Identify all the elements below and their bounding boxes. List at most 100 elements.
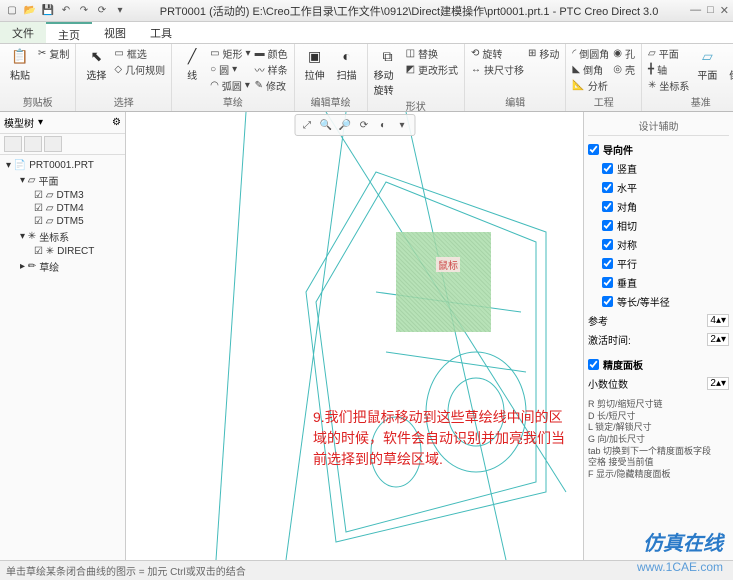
model-tree-panel: 模型树 ▾ ⚙ ▾ 📄 PRT0001.PRT ▾ ▱ 平面 ☑ ▱ DTM3 … bbox=[0, 112, 126, 560]
redo-icon[interactable]: ↷ bbox=[76, 3, 92, 19]
replace-button[interactable]: ◫ 替换 bbox=[406, 46, 458, 61]
ribbon: 📋粘贴 ✂ 复制 剪贴板 ⬉选择 ▭ 框选 ◇ 几何规则 选择 ╱线 ▭ 矩形 … bbox=[0, 44, 733, 112]
modify-button[interactable]: ✎ 修改 bbox=[255, 78, 288, 93]
status-text: 单击草绘某条闭合曲线的图示 = 加元 Ctrl或双击的结合 bbox=[6, 563, 246, 578]
tree-direct[interactable]: ☑ ✳ DIRECT bbox=[2, 245, 123, 258]
dim-move-item[interactable]: ↔ 挟尺寸移 bbox=[471, 62, 524, 77]
ref-spinner[interactable]: 4 ▴▾ bbox=[707, 314, 729, 327]
color-button[interactable]: ▬ 颜色 bbox=[255, 46, 288, 61]
paste-button[interactable]: 📋粘贴 bbox=[6, 46, 34, 82]
regen-icon[interactable]: ⟳ bbox=[94, 3, 110, 19]
tree-dtm5[interactable]: ☑ ▱ DTM5 bbox=[2, 215, 123, 228]
tab-tools[interactable]: 工具 bbox=[138, 22, 184, 43]
analyze-item[interactable]: 📐 分析 bbox=[572, 78, 609, 93]
shade-icon[interactable]: ◐ bbox=[375, 117, 391, 133]
tree-dtm3[interactable]: ☑ ▱ DTM3 bbox=[2, 189, 123, 202]
maximize-icon[interactable]: □ bbox=[707, 4, 714, 17]
guide-toggle[interactable]: 导向件 bbox=[588, 140, 729, 159]
zoomout-icon[interactable]: 🔎 bbox=[337, 117, 353, 133]
hole-item[interactable]: ◉ 孔 bbox=[613, 46, 635, 61]
status-bar: 单击草绘某条闭合曲线的图示 = 加元 Ctrl或双击的结合 bbox=[0, 560, 733, 580]
views-icon[interactable]: ▾ bbox=[394, 117, 410, 133]
horizontal-check[interactable]: 水平 bbox=[588, 178, 729, 197]
axis-item[interactable]: ╋ 轴 bbox=[648, 62, 689, 77]
tree-csys-group[interactable]: ▾ ✳ 坐标系 bbox=[2, 228, 123, 245]
tab-view[interactable]: 视图 bbox=[92, 22, 138, 43]
tab-file[interactable]: 文件 bbox=[0, 22, 46, 43]
rotate-item[interactable]: ⟲ 旋转 bbox=[471, 46, 524, 61]
round-item[interactable]: ◜ 倒圆角 bbox=[572, 46, 609, 61]
tree-dtm4[interactable]: ☑ ▱ DTM4 bbox=[2, 202, 123, 215]
perpendicular-check[interactable]: 垂直 bbox=[588, 273, 729, 292]
sweep-button[interactable]: ◐扫描 bbox=[333, 46, 361, 82]
tree-tbtn2[interactable] bbox=[24, 136, 42, 152]
box-select[interactable]: ▭ 框选 bbox=[114, 46, 165, 61]
symmetry-check[interactable]: 对称 bbox=[588, 235, 729, 254]
tree-tbtn3[interactable] bbox=[44, 136, 62, 152]
equal-check[interactable]: 等长/等半径 bbox=[588, 292, 729, 311]
tree-toolbar bbox=[0, 134, 125, 155]
line-icon: ╱ bbox=[182, 46, 202, 66]
group-label: 剪贴板 bbox=[6, 93, 69, 109]
repaint-icon[interactable]: ⟳ bbox=[356, 117, 372, 133]
tree-root[interactable]: ▾ 📄 PRT0001.PRT bbox=[2, 159, 123, 172]
line-button[interactable]: ╱线 bbox=[178, 46, 206, 82]
refit-icon[interactable]: ⤢ bbox=[299, 117, 315, 133]
ribbon-engineering: ◜ 倒圆角 ◣ 倒角 📐 分析 ◉ 孔 ◎ 壳 工程 bbox=[566, 44, 642, 111]
shortcut-help: R 剪切/缩短尺寸链 D 长/短尺寸 L 锁定/解锁尺寸 G 向/加长尺寸 ta… bbox=[588, 399, 729, 481]
cursor-tooltip: 鼠标 bbox=[436, 257, 460, 272]
tree-dropdown-icon[interactable]: ▾ bbox=[38, 117, 43, 128]
tab-home[interactable]: 主页 bbox=[46, 22, 92, 43]
arc-button[interactable]: ◠ 弧圆 ▾ bbox=[210, 78, 250, 93]
plane-item[interactable]: ▱ 平面 bbox=[648, 46, 689, 61]
viewport[interactable]: ⤢ 🔍 🔎 ⟳ ◐ ▾ 鼠标 9.我们把鼠标移动到这些 bbox=[126, 112, 583, 560]
parallel-check[interactable]: 平行 bbox=[588, 254, 729, 273]
reference-row: 参考 4 ▴▾ bbox=[588, 311, 729, 330]
chamfer-item[interactable]: ◣ 倒角 bbox=[572, 62, 609, 77]
pattern-item[interactable]: ⊞ 移动 bbox=[528, 46, 559, 61]
vertical-check[interactable]: 竖直 bbox=[588, 159, 729, 178]
copy-button[interactable]: ✂ 复制 bbox=[38, 46, 69, 61]
windows-icon[interactable]: ▾ bbox=[112, 3, 128, 19]
minimize-icon[interactable]: — bbox=[690, 4, 701, 17]
tree-planes[interactable]: ▾ ▱ 平面 bbox=[2, 172, 123, 189]
open-icon[interactable]: 📂 bbox=[22, 3, 38, 19]
tangent-check[interactable]: 相切 bbox=[588, 216, 729, 235]
circle-button[interactable]: ○ 圆 ▾ bbox=[210, 62, 250, 77]
move-icon: ⧉ bbox=[378, 46, 398, 66]
round-lg-button[interactable]: ◉倒圆 bbox=[725, 46, 733, 82]
delay-spinner[interactable]: 2 ▴▾ bbox=[707, 333, 729, 346]
ribbon-edit: ⟲ 旋转 ↔ 挟尺寸移 ⊞ 移动 编辑 bbox=[465, 44, 566, 111]
csys-item[interactable]: ✳ 坐标系 bbox=[648, 78, 689, 93]
viewport-toolbar: ⤢ 🔍 🔎 ⟳ ◐ ▾ bbox=[294, 114, 415, 136]
plane-lg-button[interactable]: ▱平面 bbox=[693, 46, 721, 82]
tree-tbtn1[interactable] bbox=[4, 136, 22, 152]
zoomin-icon[interactable]: 🔍 bbox=[318, 117, 334, 133]
extrude-button[interactable]: ▣拉伸 bbox=[301, 46, 329, 82]
tree-tab-label[interactable]: 模型树 bbox=[4, 115, 34, 130]
move-rotate-button[interactable]: ⧉移动旋转 bbox=[374, 46, 402, 97]
quick-access-toolbar: ▢ 📂 💾 ↶ ↷ ⟳ ▾ bbox=[4, 3, 128, 19]
delay-row: 激活时间: 2 ▴▾ bbox=[588, 330, 729, 349]
watermark-logo: 仿真在线 bbox=[643, 527, 723, 556]
decimals-row: 小数位数 2 ▴▾ bbox=[588, 374, 729, 393]
sweep-icon: ◐ bbox=[337, 46, 357, 66]
watermark-url: www.1CAE.com bbox=[637, 560, 723, 574]
panel-title: 设计辅助 bbox=[588, 116, 729, 136]
geom-rule[interactable]: ◇ 几何规则 bbox=[114, 62, 165, 77]
tree-sketch[interactable]: ▸ ✏ 草绘 bbox=[2, 258, 123, 275]
tree-settings-icon[interactable]: ⚙ bbox=[112, 117, 121, 128]
decimals-spinner[interactable]: 2 ▴▾ bbox=[707, 377, 729, 390]
diagonal-check[interactable]: 对角 bbox=[588, 197, 729, 216]
rect-button[interactable]: ▭ 矩形 ▾ bbox=[210, 46, 250, 61]
new-icon[interactable]: ▢ bbox=[4, 3, 20, 19]
highlighted-sketch-region bbox=[396, 232, 491, 332]
save-icon[interactable]: 💾 bbox=[40, 3, 56, 19]
precision-panel-toggle[interactable]: 精度面板 bbox=[588, 355, 729, 374]
close-icon[interactable]: ✕ bbox=[720, 4, 729, 17]
shell-item[interactable]: ◎ 壳 bbox=[613, 62, 635, 77]
undo-icon[interactable]: ↶ bbox=[58, 3, 74, 19]
reform-button[interactable]: ◩ 更改形式 bbox=[406, 62, 458, 77]
select-button[interactable]: ⬉选择 bbox=[82, 46, 110, 82]
spline-button[interactable]: 〰 样条 bbox=[255, 62, 288, 77]
